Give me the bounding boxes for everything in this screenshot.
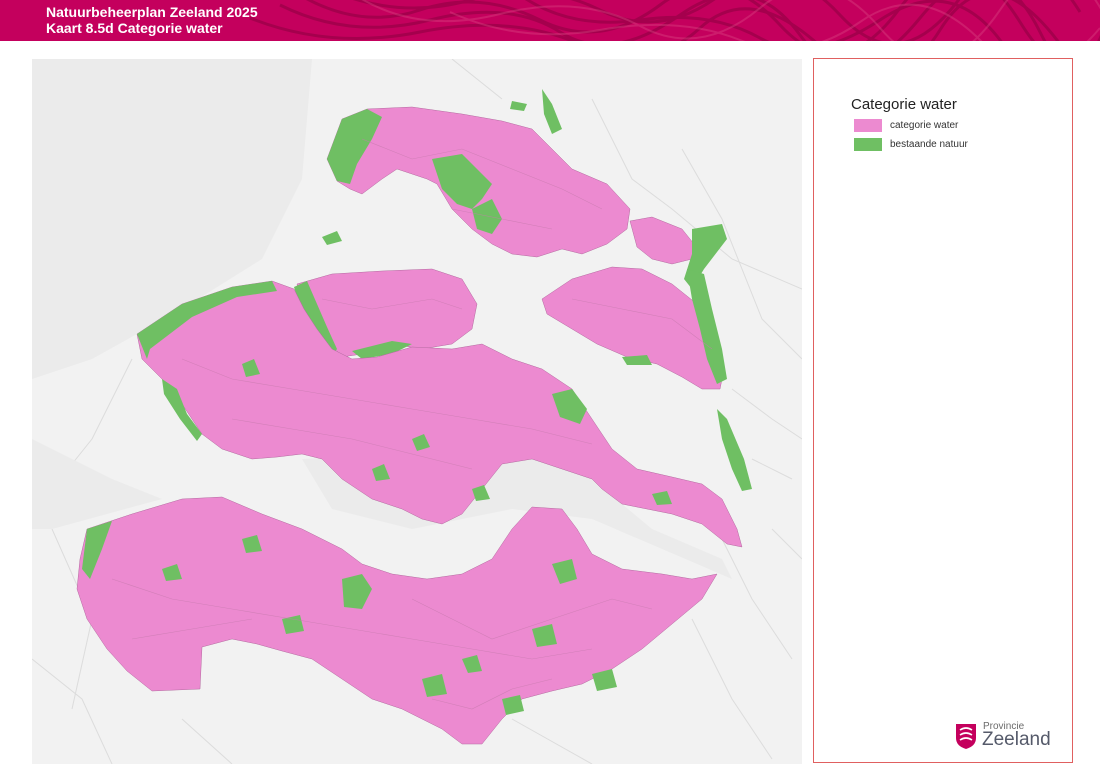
legend-title: Categorie water [851,96,957,113]
legend-panel: Categorie water categorie water bestaand… [813,58,1073,763]
legend-item-bestaande-natuur: bestaande natuur [854,137,968,151]
map-frame[interactable] [32,59,802,764]
zeeland-lion-shield-icon [956,724,976,749]
provincie-zeeland-logo: Provincie Zeeland [954,719,1064,753]
map-canvas[interactable] [32,59,802,764]
legend-label: categorie water [890,119,959,131]
legend-swatch-pink [854,118,882,132]
legend-label: bestaande natuur [890,138,968,150]
header-title: Natuurbeheerplan Zeeland 2025 [46,4,258,20]
header-title-block: Natuurbeheerplan Zeeland 2025 Kaart 8.5d… [46,4,258,36]
logo-big-text: Zeeland [982,729,1051,750]
header-subtitle: Kaart 8.5d Categorie water [46,20,223,36]
header-banner: Natuurbeheerplan Zeeland 2025 Kaart 8.5d… [0,0,1100,41]
legend-item-categorie-water: categorie water [854,118,958,132]
legend-swatch-green [854,137,882,151]
